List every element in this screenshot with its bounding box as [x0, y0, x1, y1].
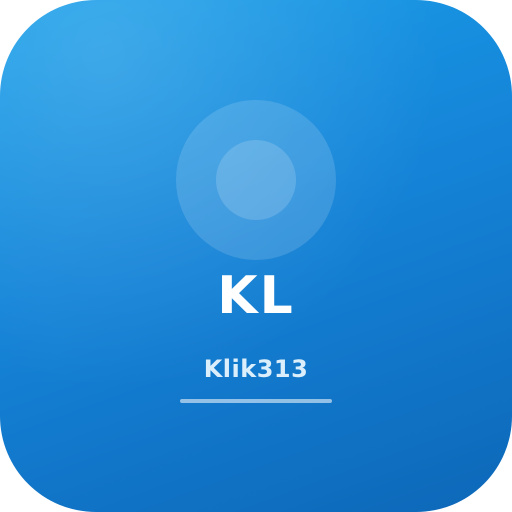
circle-icon [176, 100, 336, 260]
inner-circle-icon [216, 140, 296, 220]
underline-divider [180, 399, 332, 403]
app-initials: KL [217, 266, 295, 326]
app-name-label: Klik313 [203, 355, 309, 383]
app-icon[interactable]: KL Klik313 [0, 0, 512, 512]
